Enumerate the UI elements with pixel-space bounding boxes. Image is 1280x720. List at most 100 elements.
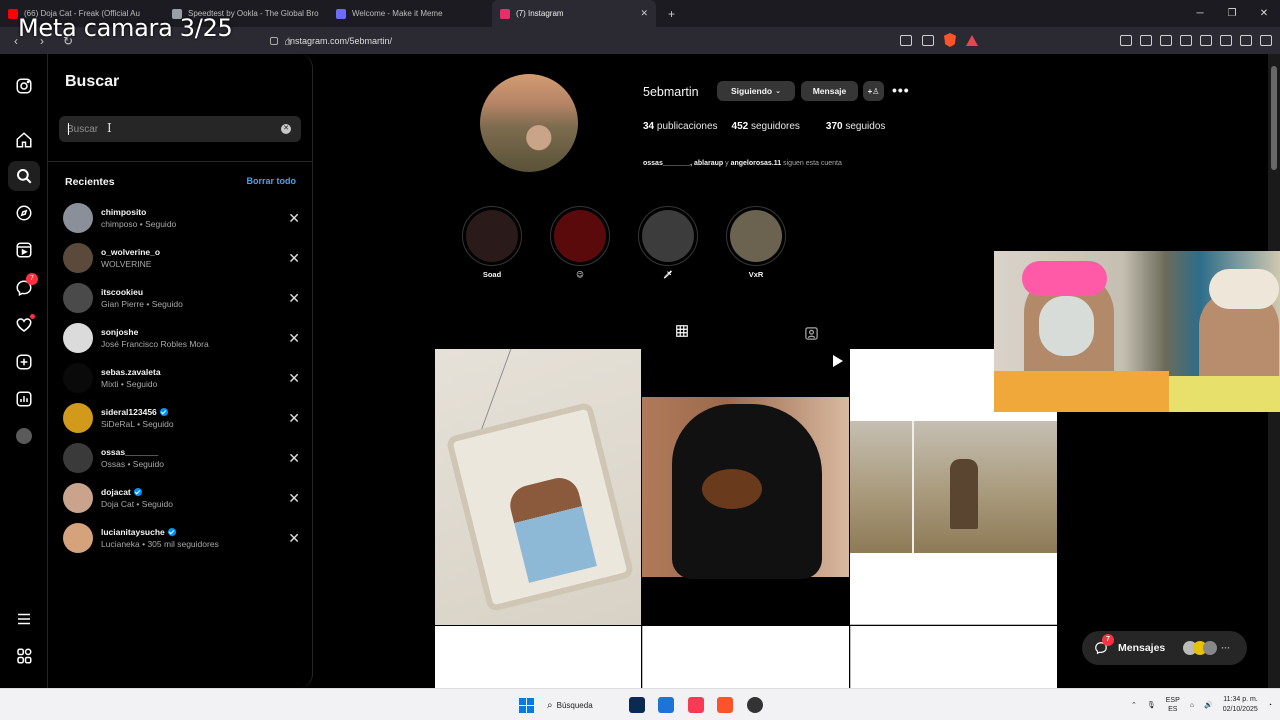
vpn-icon[interactable] (1240, 35, 1252, 46)
remove-recent-icon[interactable]: ✕ (288, 330, 300, 347)
close-window-button[interactable]: ✕ (1248, 8, 1280, 19)
remove-recent-icon[interactable]: ✕ (288, 490, 300, 507)
dashboard-icon[interactable] (14, 389, 34, 409)
browser-tab[interactable]: (7) Instagram ✕ (492, 0, 656, 27)
recent-item-text: lucianitaysuche Lucianeka • 305 mil segui… (101, 527, 219, 549)
site-info-icon[interactable] (270, 36, 278, 45)
cast-icon[interactable] (900, 34, 912, 46)
recent-search-item[interactable]: sebas.zavaleta Mixti • Seguido ✕ (63, 358, 303, 398)
remove-recent-icon[interactable]: ✕ (288, 370, 300, 387)
recent-search-item[interactable]: sonjoshe José Francisco Robles Mora ✕ (63, 318, 303, 358)
profile-avatar-icon[interactable] (14, 426, 34, 446)
clock[interactable]: 11:34 p. m. 02/10/2025 (1223, 695, 1258, 715)
more-menu-icon[interactable] (14, 609, 34, 629)
screenshot-icon[interactable] (1140, 35, 1152, 46)
instagram-logo-icon[interactable] (14, 76, 34, 96)
close-tab-icon[interactable]: ✕ (640, 8, 648, 19)
language-indicator[interactable]: ESP ES (1166, 696, 1180, 714)
messages-button[interactable]: 7 Mensajes ··· (1082, 631, 1247, 665)
recent-subtitle: WOLVERINE (101, 259, 152, 269)
search-input[interactable] (67, 123, 267, 135)
recent-username-text: sonjoshe (101, 327, 139, 337)
remove-recent-icon[interactable]: ✕ (288, 410, 300, 427)
post-dog-reel[interactable] (642, 349, 849, 625)
create-icon[interactable] (14, 352, 34, 372)
recent-search-item[interactable]: sideral123456 SiDeRaL • Seguido ✕ (63, 398, 303, 438)
message-button[interactable]: Mensaje (801, 81, 858, 101)
recent-search-item[interactable]: o_wolverine_o WOLVERINE ✕ (63, 238, 303, 278)
windows-start-icon[interactable] (519, 698, 534, 713)
remove-recent-icon[interactable]: ✕ (288, 530, 300, 547)
extensions-icon[interactable] (1120, 35, 1132, 46)
maximize-button[interactable]: ❐ (1216, 8, 1248, 19)
reels-icon[interactable] (14, 240, 34, 260)
notifications-heart-icon[interactable] (14, 314, 35, 335)
chatgpt-app-icon[interactable] (747, 697, 763, 713)
story-highlight[interactable]: 😉 (550, 206, 610, 279)
search-input-box[interactable]: I ✕ (59, 116, 301, 142)
followers-stat[interactable]: 452 seguidores (732, 121, 800, 132)
suggested-people-button[interactable]: +♙ (863, 81, 884, 101)
wallet-icon[interactable] (1200, 35, 1212, 46)
also-from-meta-icon[interactable] (14, 646, 34, 666)
search-icon[interactable] (8, 161, 40, 191)
followed-by-text[interactable]: ossas_______, ablaraup y angelorosas.11 … (643, 160, 842, 167)
home-icon[interactable] (14, 130, 34, 150)
taskbar-search[interactable]: ⌕ Búsqueda (547, 695, 617, 715)
followed-by-and: y (725, 160, 729, 167)
recent-search-item[interactable]: dojacat Doja Cat • Seguido ✕ (63, 478, 303, 518)
options-icon[interactable]: ••• (892, 82, 910, 98)
story-highlight[interactable]: Soad (462, 206, 522, 279)
explore-icon[interactable] (14, 203, 34, 223)
leo-ai-icon[interactable] (1220, 35, 1232, 46)
following-stat[interactable]: 370 seguidos (826, 121, 886, 132)
store-app-icon[interactable] (658, 697, 674, 713)
new-tab-button[interactable]: + (668, 7, 675, 21)
clear-search-icon[interactable]: ✕ (281, 124, 291, 134)
post-thumbnail-5[interactable] (642, 626, 849, 688)
tagged-icon (805, 327, 818, 340)
post-thumbnail-4[interactable] (435, 626, 641, 688)
sidebar-icon[interactable] (1180, 35, 1192, 46)
person-figure (950, 459, 978, 529)
remove-recent-icon[interactable]: ✕ (288, 290, 300, 307)
recent-search-item[interactable]: lucianitaysuche Lucianeka • 305 mil segui… (63, 518, 303, 558)
brave-shields-icon[interactable] (944, 33, 956, 47)
menu-icon[interactable] (1260, 35, 1272, 46)
music-app-icon[interactable] (688, 697, 704, 713)
recent-search-item[interactable]: itscookieu Gian Pierre • Seguido ✕ (63, 278, 303, 318)
recent-search-item[interactable]: chimposito chimposo • Seguido ✕ (63, 198, 303, 238)
following-button[interactable]: Siguiendo ⌄ (717, 81, 795, 101)
messenger-icon[interactable]: 7 (14, 273, 38, 298)
remove-recent-icon[interactable]: ✕ (288, 210, 300, 227)
notification-center-icon[interactable]: ◔ (1268, 702, 1272, 709)
post-thumbnail-6[interactable] (850, 626, 1057, 688)
remove-recent-icon[interactable]: ✕ (288, 250, 300, 267)
story-highlight[interactable]: VxR (726, 206, 786, 279)
share-icon[interactable] (922, 34, 934, 46)
microphone-icon[interactable]: 🎙 (1147, 701, 1156, 709)
story-highlight[interactable]: 🗡 (638, 206, 698, 279)
clock-time: 11:34 p. m. (1223, 696, 1258, 703)
recent-search-item[interactable]: ossas_______ Ossas • Seguido ✕ (63, 438, 303, 478)
profile-picture[interactable] (480, 74, 578, 172)
post-id-card[interactable] (435, 349, 641, 625)
remove-recent-icon[interactable]: ✕ (288, 450, 300, 467)
photoshop-app-icon[interactable] (629, 697, 645, 713)
clear-all-button[interactable]: Borrar todo (247, 176, 297, 186)
tab-tagged[interactable] (804, 326, 819, 346)
browser-tab[interactable]: Welcome - Make it Meme (328, 0, 492, 27)
student-photo (506, 473, 597, 583)
brave-rewards-icon[interactable] (966, 34, 978, 46)
posts-count: 34 (643, 121, 655, 132)
address-bar[interactable]: instagram.com/5ebmartin/ (270, 31, 990, 50)
network-icon[interactable]: ⌂ (1190, 702, 1194, 709)
music-icon[interactable] (1160, 35, 1172, 46)
minimize-button[interactable]: ─ (1184, 8, 1216, 19)
tray-chevron-icon[interactable]: ⌃ (1131, 701, 1137, 709)
tab-posts[interactable] (660, 324, 703, 350)
scrollbar-thumb[interactable] (1271, 66, 1277, 170)
brave-app-icon[interactable] (717, 697, 733, 713)
volume-icon[interactable]: 🔊 (1204, 701, 1213, 709)
language-top: ESP (1165, 697, 1180, 704)
